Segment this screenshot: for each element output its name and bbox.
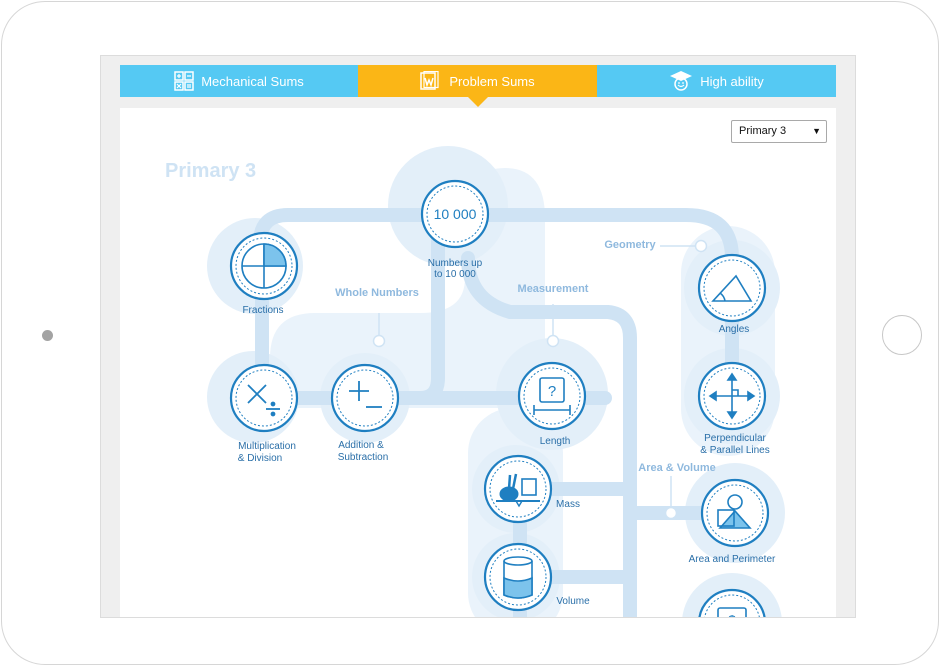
category-area-volume: Area & Volume — [638, 462, 715, 474]
tab-mechanical-sums-label: Mechanical Sums — [201, 73, 304, 89]
whole-numbers-marker — [372, 334, 386, 348]
tab-mechanical-sums[interactable]: Mechanical Sums — [120, 65, 358, 97]
topic-area-perimeter-label: Area and Perimeter — [689, 554, 776, 565]
home-button[interactable] — [882, 315, 922, 355]
topic-volume-label: Volume — [556, 596, 590, 607]
graduation-cap-icon — [670, 71, 693, 91]
area-volume-marker — [664, 506, 678, 520]
category-measurement: Measurement — [518, 283, 589, 295]
tab-bar: Mechanical Sums Problem Sums High abilit… — [120, 65, 836, 107]
svg-text:$: $ — [728, 612, 736, 618]
volume-node[interactable] — [483, 542, 553, 612]
topic-multiplication-label-1: Multiplication — [238, 441, 296, 452]
numbers-badge: 10 000 — [434, 206, 477, 222]
notebook-icon — [420, 71, 439, 90]
geometry-marker — [694, 239, 708, 253]
topic-map-panel: Primary 3 ▼ Primary 3 ? 10 000 Whole Num… — [120, 108, 836, 618]
topic-perpendicular-label-1: Perpendicular — [704, 433, 766, 444]
length-badge: ? — [548, 383, 556, 400]
tab-problem-sums-label: Problem Sums — [449, 73, 535, 89]
measurement-marker — [546, 334, 560, 348]
topic-multiplication-label-2: & Division — [238, 453, 282, 464]
topic-numbers-label-1: Numbers up — [428, 258, 483, 269]
category-geometry: Geometry — [604, 239, 656, 251]
active-tab-pointer — [467, 97, 488, 107]
multiplication-node[interactable] — [229, 363, 299, 433]
category-whole-numbers: Whole Numbers — [335, 287, 419, 299]
topic-numbers-label-2: to 10 000 — [434, 269, 476, 280]
camera-dot — [42, 330, 53, 341]
addition-node[interactable] — [330, 363, 400, 433]
topic-mass-label: Mass — [556, 499, 580, 510]
topic-map: ? 10 000 Whole Numbers Measurement Geome… — [207, 146, 785, 618]
topic-length-label: Length — [540, 436, 571, 447]
topic-addition-label-2: Subtraction — [338, 452, 389, 463]
calculator-icon — [174, 71, 194, 91]
tab-problem-sums[interactable]: Problem Sums — [358, 65, 597, 107]
mass-node[interactable] — [483, 454, 553, 524]
topic-fractions-label: Fractions — [242, 305, 283, 316]
tab-high-ability[interactable]: High ability — [597, 65, 836, 97]
topic-angles-label: Angles — [719, 324, 750, 335]
angles-node[interactable] — [697, 253, 767, 323]
topic-addition-label-1: Addition & — [338, 440, 384, 451]
tab-high-ability-label: High ability — [700, 73, 764, 89]
fraction-pie-icon — [241, 243, 287, 289]
app-screen: Mechanical Sums Problem Sums High abilit… — [100, 55, 856, 618]
topic-perpendicular-label-2: & Parallel Lines — [700, 445, 769, 456]
